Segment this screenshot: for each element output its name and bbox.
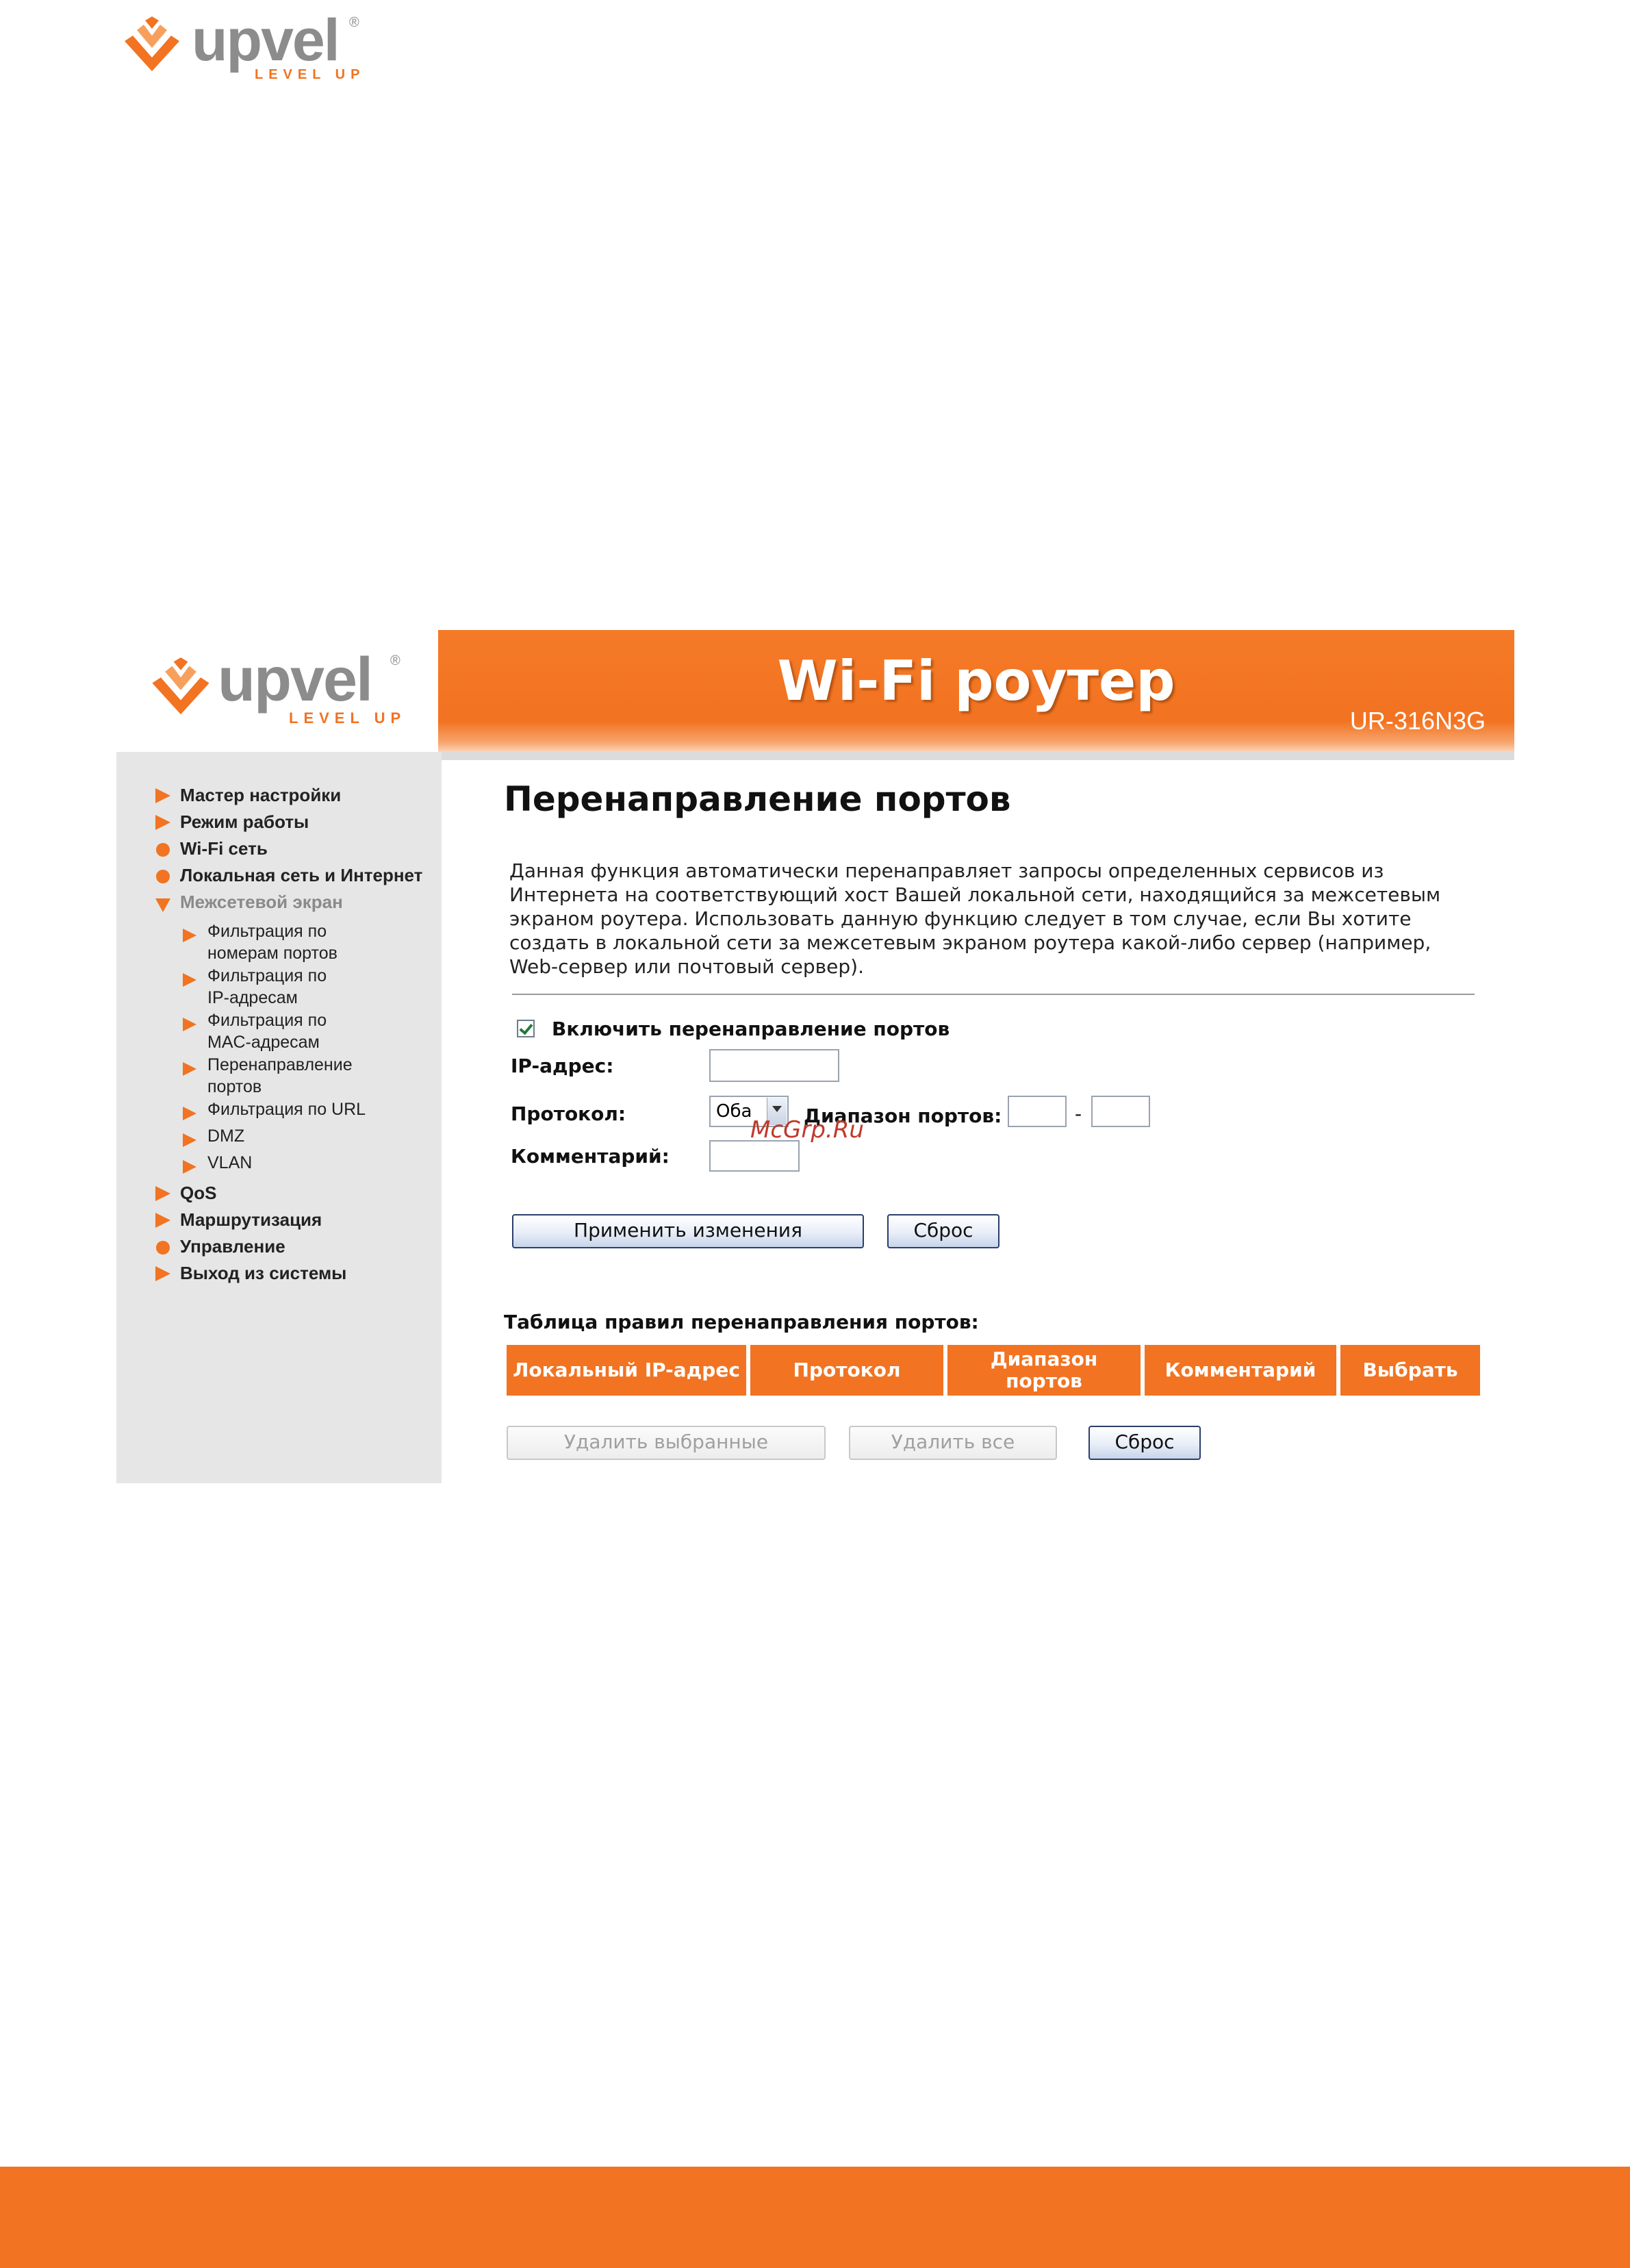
arrow-right-icon: [155, 815, 170, 830]
delete-all-button[interactable]: Удалить все: [849, 1426, 1057, 1460]
column-header-select: Выбрать: [1340, 1345, 1480, 1396]
sidebar-item-lan-internet[interactable]: Локальная сеть и Интернет: [180, 865, 422, 886]
arrow-right-icon: [155, 1186, 170, 1201]
dot-icon: [156, 870, 170, 883]
arrow-right-icon: [183, 973, 196, 987]
header-banner: Wi-Fi роутер UR-316N3G: [438, 630, 1514, 752]
registered-mark: ®: [349, 15, 359, 30]
column-header-protocol: Протокол: [750, 1345, 943, 1396]
header-title: Wi-Fi роутер: [777, 649, 1175, 713]
arrow-right-icon: [155, 1266, 170, 1281]
dot-icon: [156, 1241, 170, 1255]
ip-address-label: IP-адрес:: [511, 1055, 614, 1077]
header-logo-area: upvel ® LEVEL UP: [116, 630, 438, 752]
arrow-right-icon: [183, 1133, 196, 1147]
comment-label: Комментарий:: [511, 1145, 670, 1168]
header-registered-mark: ®: [390, 653, 400, 668]
arrow-right-icon: [183, 1062, 196, 1076]
sidebar-item-management[interactable]: Управление: [180, 1236, 285, 1257]
sidebar-item-routing[interactable]: Маршрутизация: [180, 1209, 322, 1231]
arrow-right-icon: [155, 1213, 170, 1228]
sidebar-subitem-url-filter[interactable]: Фильтрация по URL: [207, 1098, 366, 1120]
sidebar-item-logout[interactable]: Выход из системы: [180, 1263, 346, 1284]
sidebar-item-operation-mode[interactable]: Режим работы: [180, 811, 309, 833]
sidebar-subitem-mac-filter[interactable]: Фильтрация по MAC-адресам: [207, 1009, 327, 1053]
port-range-dash: -: [1075, 1102, 1082, 1125]
sidebar-item-qos[interactable]: QoS: [180, 1183, 216, 1204]
logo-tagline: LEVEL UP: [255, 67, 366, 82]
dot-icon: [156, 843, 170, 857]
column-header-port-range: Диапазон портов: [947, 1345, 1141, 1396]
rules-table-title: Таблица правил перенаправления портов:: [504, 1311, 979, 1333]
column-header-comment: Комментарий: [1145, 1345, 1336, 1396]
protocol-label: Протокол:: [511, 1102, 626, 1125]
footer-band: [0, 2167, 1630, 2268]
column-header-local-ip: Локальный IP-адрес: [507, 1345, 746, 1396]
comment-input[interactable]: [709, 1140, 800, 1172]
header-logo-tagline: LEVEL UP: [289, 709, 407, 727]
sidebar-item-wifi[interactable]: Wi-Fi сеть: [180, 838, 268, 859]
arrow-right-icon: [183, 929, 196, 942]
page-title: Перенаправление портов: [504, 779, 1011, 819]
sidebar-subitem-port-filter[interactable]: Фильтрация по номерам портов: [207, 920, 338, 964]
arrow-right-icon: [183, 1018, 196, 1031]
port-range-to-input[interactable]: [1091, 1096, 1150, 1127]
header-model: UR-316N3G: [1349, 707, 1486, 735]
upvel-logo-icon: [125, 16, 179, 71]
table-reset-button[interactable]: Сброс: [1088, 1426, 1201, 1460]
enable-port-forwarding-checkbox[interactable]: [517, 1020, 535, 1037]
port-range-from-input[interactable]: [1008, 1096, 1067, 1127]
watermark: McGrp.Ru: [750, 1116, 864, 1144]
delete-selected-button[interactable]: Удалить выбранные: [507, 1426, 826, 1460]
divider: [512, 994, 1475, 995]
arrow-right-icon: [183, 1107, 196, 1120]
header-logo-wordmark: upvel: [218, 646, 373, 714]
sidebar-item-setup-wizard[interactable]: Мастер настройки: [180, 785, 341, 806]
sidebar-subitem-vlan[interactable]: VLAN: [207, 1152, 252, 1174]
ip-address-input[interactable]: [709, 1049, 839, 1082]
sidebar-subitem-ip-filter[interactable]: Фильтрация по IP-адресам: [207, 965, 327, 1009]
sidebar-subitem-dmz[interactable]: DMZ: [207, 1125, 244, 1147]
logo-wordmark: upvel: [192, 8, 340, 73]
sidebar-item-firewall[interactable]: Межсетевой экран: [180, 892, 343, 913]
sidebar-subitem-port-forwarding[interactable]: Перенаправление портов: [207, 1054, 353, 1098]
arrow-down-icon: [155, 898, 170, 912]
apply-changes-button[interactable]: Применить изменения: [512, 1214, 864, 1248]
page-logo: upvel ® LEVEL UP: [118, 10, 378, 85]
arrow-right-icon: [183, 1160, 196, 1174]
router-ui-screenshot: upvel ® LEVEL UP Wi-Fi роутер UR-316N3G …: [116, 630, 1514, 1483]
arrow-right-icon: [155, 788, 170, 803]
reset-button[interactable]: Сброс: [887, 1214, 999, 1248]
enable-port-forwarding-label: Включить перенаправление портов: [552, 1018, 950, 1040]
rules-table-header: Локальный IP-адрес Протокол Диапазон пор…: [507, 1345, 1480, 1396]
page-description: Данная функция автоматически перенаправл…: [509, 859, 1441, 978]
upvel-logo-icon: [152, 657, 209, 715]
protocol-select-value: Оба: [716, 1101, 752, 1122]
